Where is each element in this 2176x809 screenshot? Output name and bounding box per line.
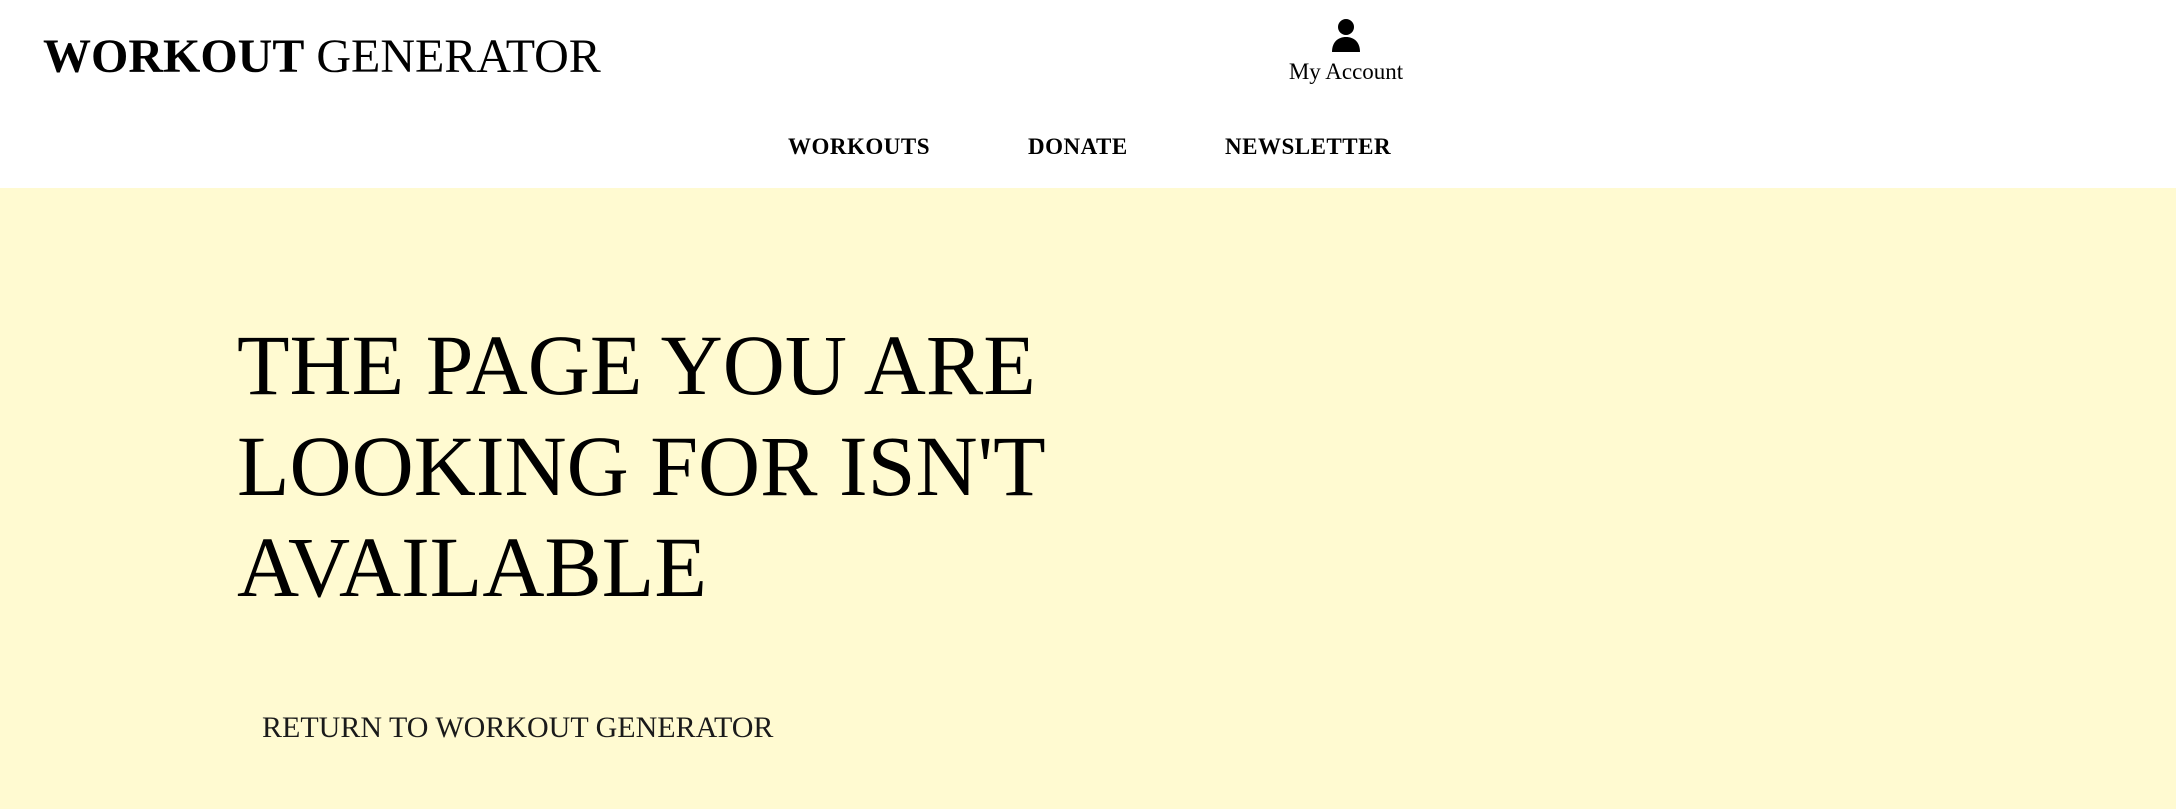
nav-newsletter[interactable]: NEWSLETTER — [1225, 132, 1391, 162]
my-account-button[interactable]: My Account — [1286, 18, 1406, 86]
user-icon — [1332, 19, 1360, 52]
site-logo[interactable]: WORKOUT GENERATOR — [43, 26, 601, 88]
logo-normal-text: GENERATOR — [316, 30, 601, 83]
my-account-label: My Account — [1288, 59, 1404, 84]
main-content: THE PAGE YOU ARE LOOKING FOR ISN'T AVAIL… — [0, 188, 2176, 809]
page-title: THE PAGE YOU ARE LOOKING FOR ISN'T AVAIL… — [237, 317, 1045, 615]
return-home-link[interactable]: RETURN TO WORKOUT GENERATOR — [262, 710, 773, 746]
nav-workouts[interactable]: WORKOUTS — [788, 132, 930, 162]
site-header: WORKOUT GENERATOR My Account WORKOUTS DO… — [0, 0, 2176, 188]
logo-bold-text: WORKOUT — [43, 30, 305, 83]
main-nav: WORKOUTS DONATE NEWSLETTER — [0, 132, 2176, 162]
nav-donate[interactable]: DONATE — [1028, 132, 1128, 162]
